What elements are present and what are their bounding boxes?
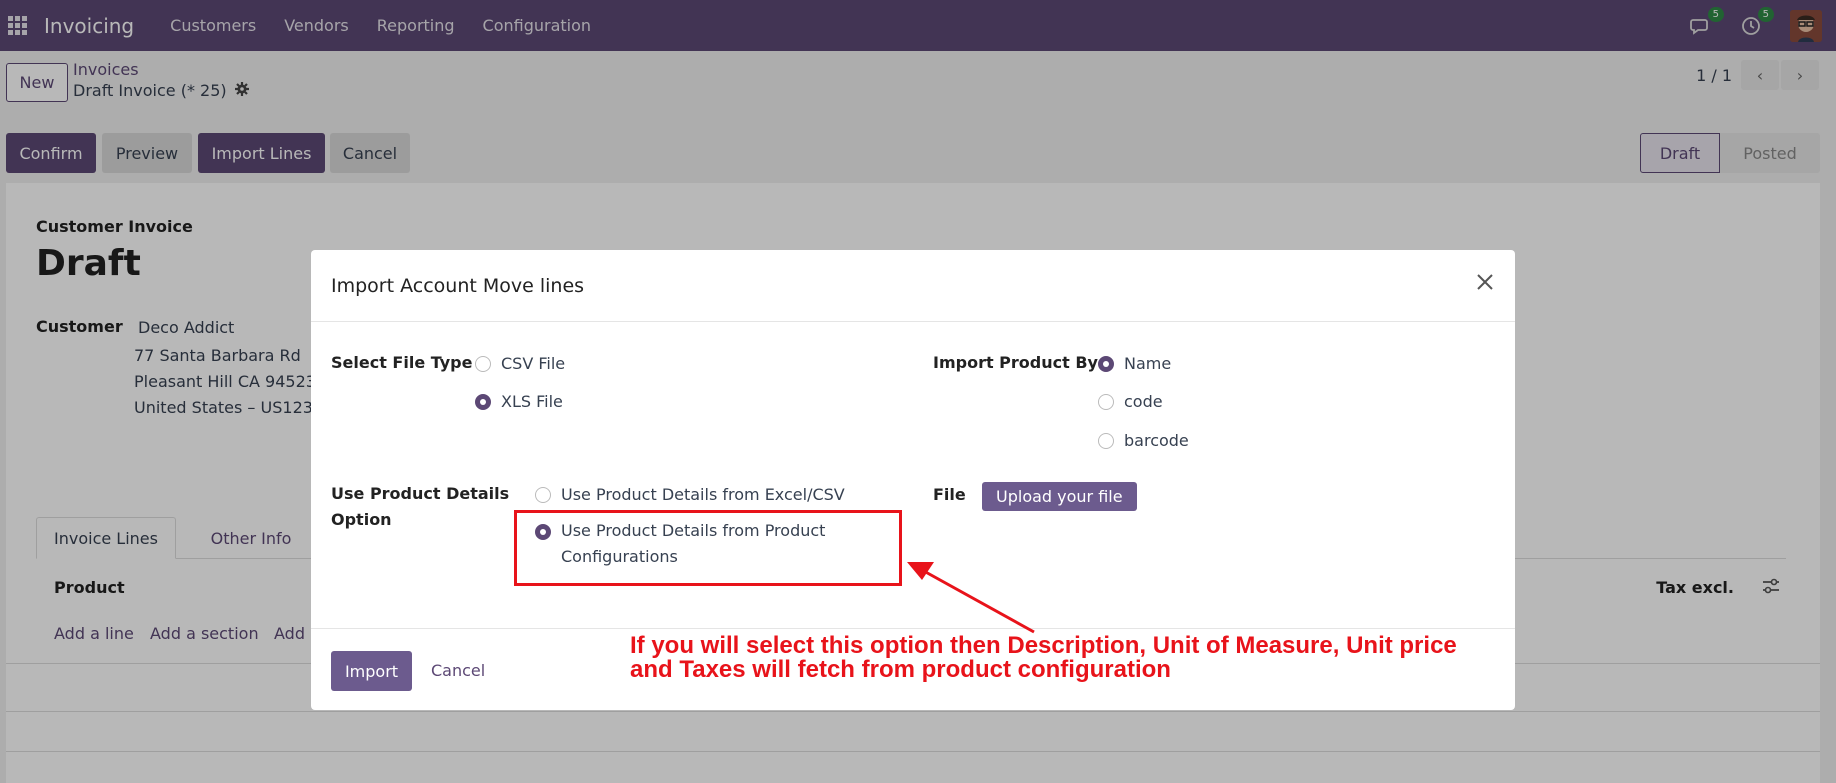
dialog-header: Import Account Move lines bbox=[311, 250, 1515, 322]
radio-label: XLS File bbox=[501, 392, 563, 411]
radio-label: Name bbox=[1124, 354, 1172, 373]
radio-csv-file[interactable]: CSV File bbox=[475, 354, 565, 373]
radio-label: CSV File bbox=[501, 354, 566, 373]
radio-import-by-barcode[interactable]: barcode bbox=[1098, 431, 1189, 450]
radio-import-by-code[interactable]: code bbox=[1098, 392, 1163, 411]
radio-button-selected[interactable] bbox=[1098, 355, 1114, 372]
annotation-line2: and Taxes will fetch from product config… bbox=[630, 656, 1171, 683]
product-details-option-label-line1: Use Product Details bbox=[331, 484, 510, 503]
highlight-box bbox=[514, 510, 902, 586]
radio-label: code bbox=[1124, 392, 1163, 411]
dialog-footer-divider bbox=[311, 628, 1515, 629]
radio-details-from-excel[interactable]: Use Product Details from Excel/CSV bbox=[535, 485, 845, 504]
radio-button[interactable] bbox=[1098, 393, 1114, 410]
radio-xls-file[interactable]: XLS File bbox=[475, 392, 563, 411]
dialog-cancel-button[interactable]: Cancel bbox=[431, 661, 485, 680]
radio-button[interactable] bbox=[475, 355, 491, 372]
file-label: File bbox=[933, 485, 966, 504]
annotation-text: If you will select this option then Desc… bbox=[630, 634, 1510, 682]
upload-file-button[interactable]: Upload your file bbox=[982, 482, 1137, 511]
file-type-label: Select File Type bbox=[331, 353, 473, 372]
radio-button-selected[interactable] bbox=[475, 393, 491, 410]
radio-label: Use Product Details from Excel/CSV bbox=[561, 485, 845, 504]
radio-label: barcode bbox=[1124, 431, 1189, 450]
import-button[interactable]: Import bbox=[331, 651, 412, 691]
product-details-option-label-line2: Option bbox=[331, 510, 392, 529]
close-icon[interactable] bbox=[1473, 272, 1497, 296]
radio-import-by-name[interactable]: Name bbox=[1098, 354, 1171, 373]
dialog-title: Import Account Move lines bbox=[331, 275, 585, 297]
radio-button[interactable] bbox=[535, 486, 551, 503]
import-product-by-label: Import Product By bbox=[933, 353, 1098, 372]
annotation-line1: If you will select this option then Desc… bbox=[630, 632, 1457, 659]
radio-button[interactable] bbox=[1098, 432, 1114, 449]
